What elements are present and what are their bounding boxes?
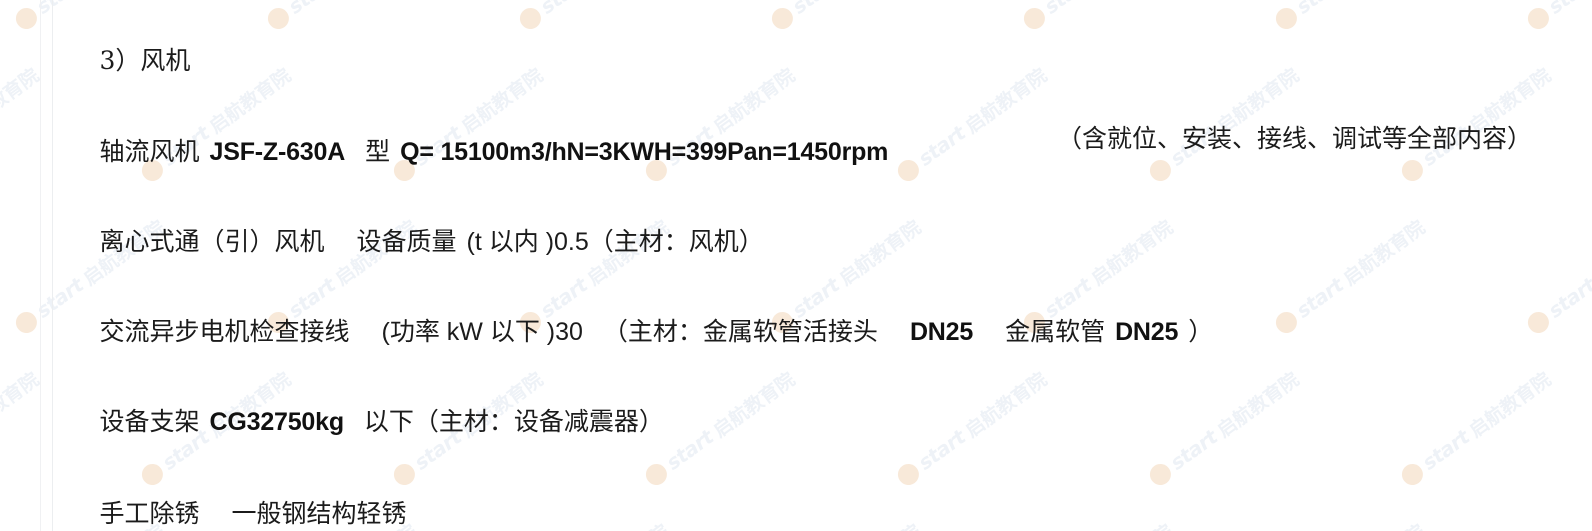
manual-derusting-detail: 一般钢结构轻锈 [231, 499, 407, 528]
centrifugal-fan-attribute: 设备质量 [356, 227, 457, 256]
motor-wiring-material-2: 金属软管 [1005, 317, 1106, 346]
document-page: start启航教育院start启航教育院start启航教育院start启航教育院… [0, 0, 1592, 531]
line-item-motor-wiring: 交流异步电机检查接线 (功率 kW 以下 )30 （主材：金属软管活接头 DN25 金属… [62, 281, 1214, 384]
line-item-axial-fan: 轴流风机 JSF-Z-630A 型 Q= 15100m3/hN=3KWH=399Pan… [62, 101, 889, 204]
manual-derusting-name: 手工除锈 [99, 499, 200, 528]
axial-fan-model-suffix: 型 [365, 137, 391, 166]
axial-fan-scope-note-text: （含就位、安装、接线、调试等全部内容） [1057, 124, 1533, 153]
section-heading: 3）风机 [62, 10, 191, 113]
centrifugal-fan-material: （主材：风机） [588, 227, 764, 256]
motor-wiring-dn-second: DN25 [1115, 318, 1179, 346]
motor-wiring-name: 交流异步电机检查接线 [99, 317, 350, 346]
motor-wiring-material: （主材：金属软管活接头 [602, 317, 878, 346]
centrifugal-fan-name: 离心式通（引）风机 [99, 227, 325, 256]
centrifugal-fan-unit: (t 以内 )0.5 [466, 228, 589, 256]
motor-wiring-dn-first: DN25 [909, 318, 974, 346]
line-item-manual-derusting: 手工除锈 一般钢结构轻锈 [62, 463, 407, 531]
axial-fan-scope-note: （含就位、安装、接线、调试等全部内容） [1033, 101, 1532, 173]
line-item-centrifugal-fan: 离心式通（引）风机 设备质量 (t 以内 )0.5（主材：风机） [62, 191, 764, 294]
axial-fan-model: JSF-Z-630A [209, 138, 346, 166]
axial-fan-name: 轴流风机 [99, 137, 200, 166]
motor-wiring-material-close: ） [1188, 317, 1214, 346]
document-content: 3）风机 轴流风机 JSF-Z-630A 型 Q= 15100m3/hN=3KWH=3… [0, 0, 1592, 531]
motor-wiring-power-spec: (功率 kW 以下 )30 [381, 318, 583, 346]
axial-fan-spec: Q= 15100m3/hN=3KWH=399Pan=1450rpm [400, 138, 889, 166]
equipment-bracket-code: CG32750kg [209, 408, 345, 436]
equipment-bracket-qualifier: 以下（主材：设备减震器） [363, 407, 664, 436]
section-heading-text: 3）风机 [99, 46, 191, 75]
line-item-equipment-bracket: 设备支架 CG32750kg 以下（主材：设备减震器） [62, 371, 664, 474]
equipment-bracket-name: 设备支架 [99, 407, 200, 436]
